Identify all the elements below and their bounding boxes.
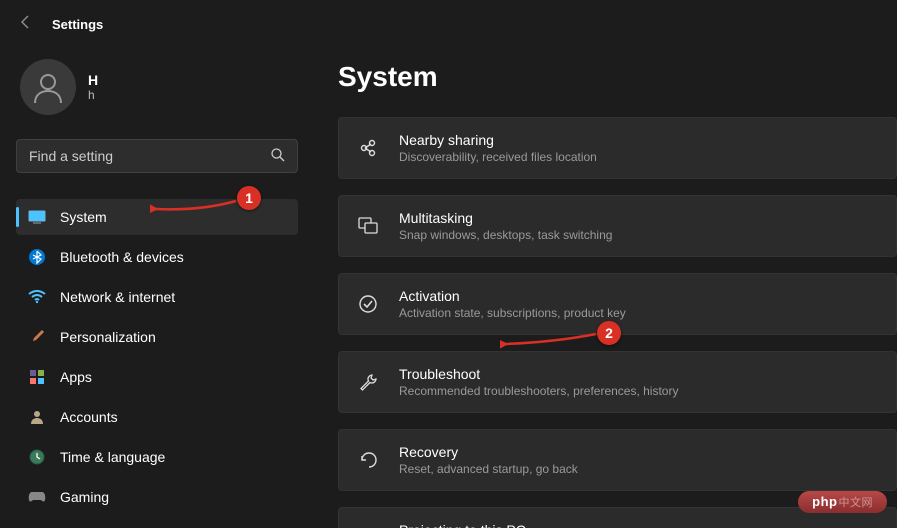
annotation-arrow-1 xyxy=(150,195,240,219)
sidebar: H h System Bluetooth & devices xyxy=(0,49,310,528)
card-title: Projecting to this PC xyxy=(399,522,612,528)
nav-item-time[interactable]: Time & language xyxy=(16,439,298,475)
annotation-badge-1: 1 xyxy=(237,186,261,210)
watermark-main: php xyxy=(812,494,837,509)
nav-label: System xyxy=(60,209,107,225)
profile-sub: h xyxy=(88,88,98,102)
accounts-icon xyxy=(28,408,46,426)
card-sub: Reset, advanced startup, go back xyxy=(399,462,578,476)
nav-label: Gaming xyxy=(60,489,109,505)
wifi-icon xyxy=(28,288,46,306)
search-input[interactable] xyxy=(29,148,270,164)
bluetooth-icon xyxy=(28,248,46,266)
card-title: Multitasking xyxy=(399,210,612,226)
card-sub: Recommended troubleshooters, preferences… xyxy=(399,384,678,398)
settings-cards: Nearby sharing Discoverability, received… xyxy=(338,117,897,528)
nav-label: Network & internet xyxy=(60,289,175,305)
back-icon[interactable] xyxy=(18,14,34,35)
check-circle-icon xyxy=(357,293,379,315)
brush-icon xyxy=(28,328,46,346)
card-title: Troubleshoot xyxy=(399,366,678,382)
annotation-badge-2: 2 xyxy=(597,321,621,345)
nav-item-personalization[interactable]: Personalization xyxy=(16,319,298,355)
nav: System Bluetooth & devices Network & int… xyxy=(16,199,298,515)
profile[interactable]: H h xyxy=(16,59,298,115)
card-recovery[interactable]: Recovery Reset, advanced startup, go bac… xyxy=(338,429,897,491)
search-box[interactable] xyxy=(16,139,298,173)
card-title: Nearby sharing xyxy=(399,132,597,148)
main-content: System Nearby sharing Discoverability, r… xyxy=(310,49,897,528)
avatar xyxy=(20,59,76,115)
nav-label: Personalization xyxy=(60,329,156,345)
card-sub: Activation state, subscriptions, product… xyxy=(399,306,626,320)
nav-item-accounts[interactable]: Accounts xyxy=(16,399,298,435)
gaming-icon xyxy=(28,488,46,506)
card-troubleshoot[interactable]: Troubleshoot Recommended troubleshooters… xyxy=(338,351,897,413)
card-title: Activation xyxy=(399,288,626,304)
nav-label: Accounts xyxy=(60,409,118,425)
watermark: php中文网 xyxy=(798,491,887,513)
annotation-arrow-2 xyxy=(500,328,600,352)
watermark-dim: 中文网 xyxy=(839,497,874,509)
nav-label: Apps xyxy=(60,369,92,385)
nav-item-bluetooth[interactable]: Bluetooth & devices xyxy=(16,239,298,275)
card-multitasking[interactable]: Multitasking Snap windows, desktops, tas… xyxy=(338,195,897,257)
nav-item-apps[interactable]: Apps xyxy=(16,359,298,395)
header: Settings xyxy=(0,0,897,49)
nav-label: Bluetooth & devices xyxy=(60,249,184,265)
multitasking-icon xyxy=(357,215,379,237)
card-title: Recovery xyxy=(399,444,578,460)
header-title: Settings xyxy=(52,17,103,32)
apps-icon xyxy=(28,368,46,386)
wrench-icon xyxy=(357,371,379,393)
share-icon xyxy=(357,137,379,159)
recovery-icon xyxy=(357,449,379,471)
search-icon xyxy=(270,147,285,165)
nav-label: Time & language xyxy=(60,449,165,465)
nav-item-gaming[interactable]: Gaming xyxy=(16,479,298,515)
page-title: System xyxy=(338,61,897,93)
system-icon xyxy=(28,208,46,226)
card-sub: Snap windows, desktops, task switching xyxy=(399,228,612,242)
card-nearby-sharing[interactable]: Nearby sharing Discoverability, received… xyxy=(338,117,897,179)
nav-item-network[interactable]: Network & internet xyxy=(16,279,298,315)
profile-name: H xyxy=(88,72,98,88)
clock-icon xyxy=(28,448,46,466)
card-sub: Discoverability, received files location xyxy=(399,150,597,164)
